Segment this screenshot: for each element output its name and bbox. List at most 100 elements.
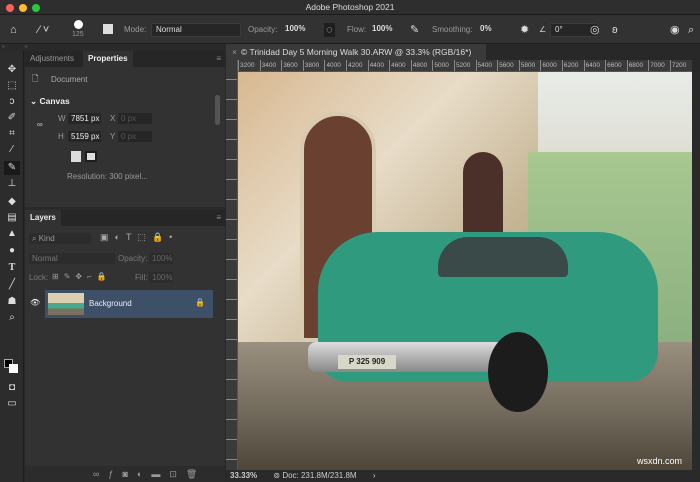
tab-layers[interactable]: Layers (25, 210, 61, 226)
layers-tab-bar: Layers ≡ (25, 210, 225, 226)
fill-label: Fill: (135, 273, 148, 282)
watermark: wsxdn.com (636, 456, 682, 466)
brush-size-value: 125 (72, 31, 84, 38)
layer-opacity-field[interactable]: 100% (149, 253, 173, 264)
mode-select[interactable]: Normal (151, 23, 241, 37)
minimize-window-button[interactable] (19, 4, 27, 12)
brush-tool-icon[interactable]: ✎ (4, 161, 20, 175)
smoothing-field[interactable]: 0% (476, 23, 512, 37)
blur-tool-icon[interactable]: ▲ (4, 227, 20, 241)
layers-panel-menu-icon[interactable]: ≡ (216, 213, 221, 222)
ruler-label: 3400 (259, 60, 282, 71)
title-bar: Adobe Photoshop 2021 (0, 0, 700, 15)
car-wheel (488, 332, 548, 412)
crop-tool-icon[interactable]: ⌗ (4, 127, 20, 141)
document-label: Document (51, 75, 88, 84)
shape-tool-icon[interactable]: ☗ (4, 295, 20, 309)
opacity-field[interactable]: 100% (281, 23, 317, 37)
resolution-text: Resolution: 300 pixel... (67, 172, 148, 181)
new-layer-icon[interactable]: ⊡ (169, 469, 186, 479)
help-icon[interactable]: ◉ (670, 23, 680, 37)
car-windshield (438, 237, 568, 277)
zoom-level[interactable]: 33.33% (230, 471, 257, 480)
layer-filter-icons[interactable]: ▣◐T⬚🔒• (100, 232, 178, 243)
lock-icons[interactable]: ⊞✎✥⌐🔒 (52, 272, 112, 281)
lasso-tool-icon[interactable]: ↄ (4, 95, 20, 109)
y-field[interactable]: 0 px (118, 131, 152, 142)
document-tab[interactable]: × © Trinidad Day 5 Morning Walk 30.ARW @ … (226, 44, 486, 60)
fx-icon[interactable]: ƒ (108, 469, 122, 479)
eyedropper-tool-icon[interactable]: ⁄ (4, 143, 20, 157)
blend-mode-select[interactable]: Normal (29, 253, 115, 264)
layer-filter-kind-select[interactable]: ⌕ Kind (29, 233, 91, 244)
document-icon: 🗋 (32, 74, 39, 83)
angle-icon: ∠ (539, 25, 547, 34)
quick-mask-icon[interactable]: ◘ (4, 381, 20, 395)
stamp-tool-icon[interactable]: ⊥ (4, 177, 20, 191)
panel-collapse-bar[interactable]: » « (0, 44, 226, 51)
type-tool-icon[interactable]: T (4, 261, 20, 275)
fill-field[interactable]: 100% (149, 272, 173, 283)
doc-info[interactable]: ⊚ Doc: 231.8M/231.8M (273, 471, 356, 480)
width-field[interactable]: 7851 px (68, 113, 101, 124)
tab-properties[interactable]: Properties (83, 51, 133, 67)
ruler-label: 4000 (324, 60, 346, 71)
search-icon[interactable]: ⌕ (688, 23, 694, 37)
visibility-eye-icon[interactable]: 👁 (30, 298, 40, 307)
pressure-size-icon[interactable]: ◎ (590, 23, 600, 37)
ruler-label: 5400 (475, 60, 498, 71)
x-field[interactable]: 0 px (118, 113, 152, 124)
background-color-swatch[interactable] (9, 364, 18, 373)
brush-preset-icon[interactable]: ⁄ ˅ (38, 23, 49, 37)
marquee-tool-icon[interactable]: ⬚ (4, 79, 20, 93)
link-dimensions-icon[interactable]: ∞ (37, 120, 43, 129)
brush-size-icon[interactable] (74, 20, 83, 29)
height-field[interactable]: 5159 px (68, 131, 101, 142)
properties-panel: 🗋 Document ⌄ Canvas ∞ W 7851 px X 0 px H… (25, 67, 225, 207)
quick-select-tool-icon[interactable]: ✐ (4, 111, 20, 125)
delete-layer-icon[interactable]: 🗑 (186, 469, 206, 479)
maximize-window-button[interactable] (32, 4, 40, 12)
dodge-tool-icon[interactable]: ● (4, 244, 20, 258)
link-layers-icon[interactable]: ∞ (93, 469, 108, 479)
move-tool-icon[interactable]: ✥ (4, 63, 20, 77)
horizontal-ruler: 3200 3400 3600 3800 4000 4200 4400 4600 4800 5000… (238, 60, 692, 72)
gradient-tool-icon[interactable]: ▤ (4, 211, 20, 225)
properties-scrollbar[interactable] (215, 95, 220, 125)
status-chevron-icon[interactable]: › (373, 471, 376, 480)
airbrush-icon[interactable]: ✎ (410, 23, 419, 37)
zoom-tool-icon[interactable]: ⌕ (4, 311, 20, 325)
tab-adjustments[interactable]: Adjustments (25, 51, 79, 67)
flow-field[interactable]: 100% (368, 23, 402, 37)
new-group-icon[interactable]: ▬ (151, 469, 169, 479)
panel-menu-icon[interactable]: ≡ (216, 54, 221, 63)
landscape-orientation-button[interactable] (85, 151, 97, 162)
gear-icon[interactable]: ✹ (520, 23, 529, 37)
close-document-icon[interactable]: × (232, 47, 237, 57)
symmetry-icon[interactable]: ʚ (612, 23, 618, 37)
close-window-button[interactable] (6, 4, 14, 12)
panels-dock: Adjustments Properties ≡ 🗋 Document ⌄ Ca… (25, 51, 225, 482)
y-label: Y (110, 132, 116, 141)
layers-footer: ∞ƒ◙◐▬⊡🗑 (25, 466, 225, 482)
vertical-scrollbar[interactable] (692, 72, 700, 470)
ruler-label: 3600 (281, 60, 303, 71)
pressure-opacity-icon[interactable]: ◌ (324, 23, 335, 37)
flow-label: Flow: (347, 25, 367, 34)
eraser-tool-icon[interactable]: ◆ (4, 195, 20, 209)
ruler-label: 3800 (302, 60, 325, 71)
home-icon[interactable]: ⌂ (10, 23, 17, 37)
adjustment-layer-icon[interactable]: ◐ (137, 469, 151, 479)
path-select-tool-icon[interactable]: ╱ (4, 278, 20, 292)
add-mask-icon[interactable]: ◙ (122, 469, 136, 479)
lock-label: Lock: (29, 273, 49, 282)
canvas-section-toggle[interactable]: ⌄ Canvas (30, 96, 70, 107)
portrait-orientation-button[interactable] (71, 151, 81, 162)
screen-mode-icon[interactable]: ▭ (4, 397, 20, 411)
tools-panel: ✥ ⬚ ↄ ✐ ⌗ ⁄ ✎ ⊥ ◆ ▤ ▲ ● T ╱ ☗ ⌕ ◘ ▭ (0, 51, 24, 482)
ruler-label: 7000 (648, 60, 670, 71)
document-image: P 325 909 wsxdn.com (238, 72, 692, 470)
brush-panel-icon[interactable] (103, 24, 113, 34)
layer-row-background[interactable]: 👁 Background 🔒 (30, 290, 213, 318)
document-title: © Trinidad Day 5 Morning Walk 30.ARW @ 3… (240, 47, 472, 57)
